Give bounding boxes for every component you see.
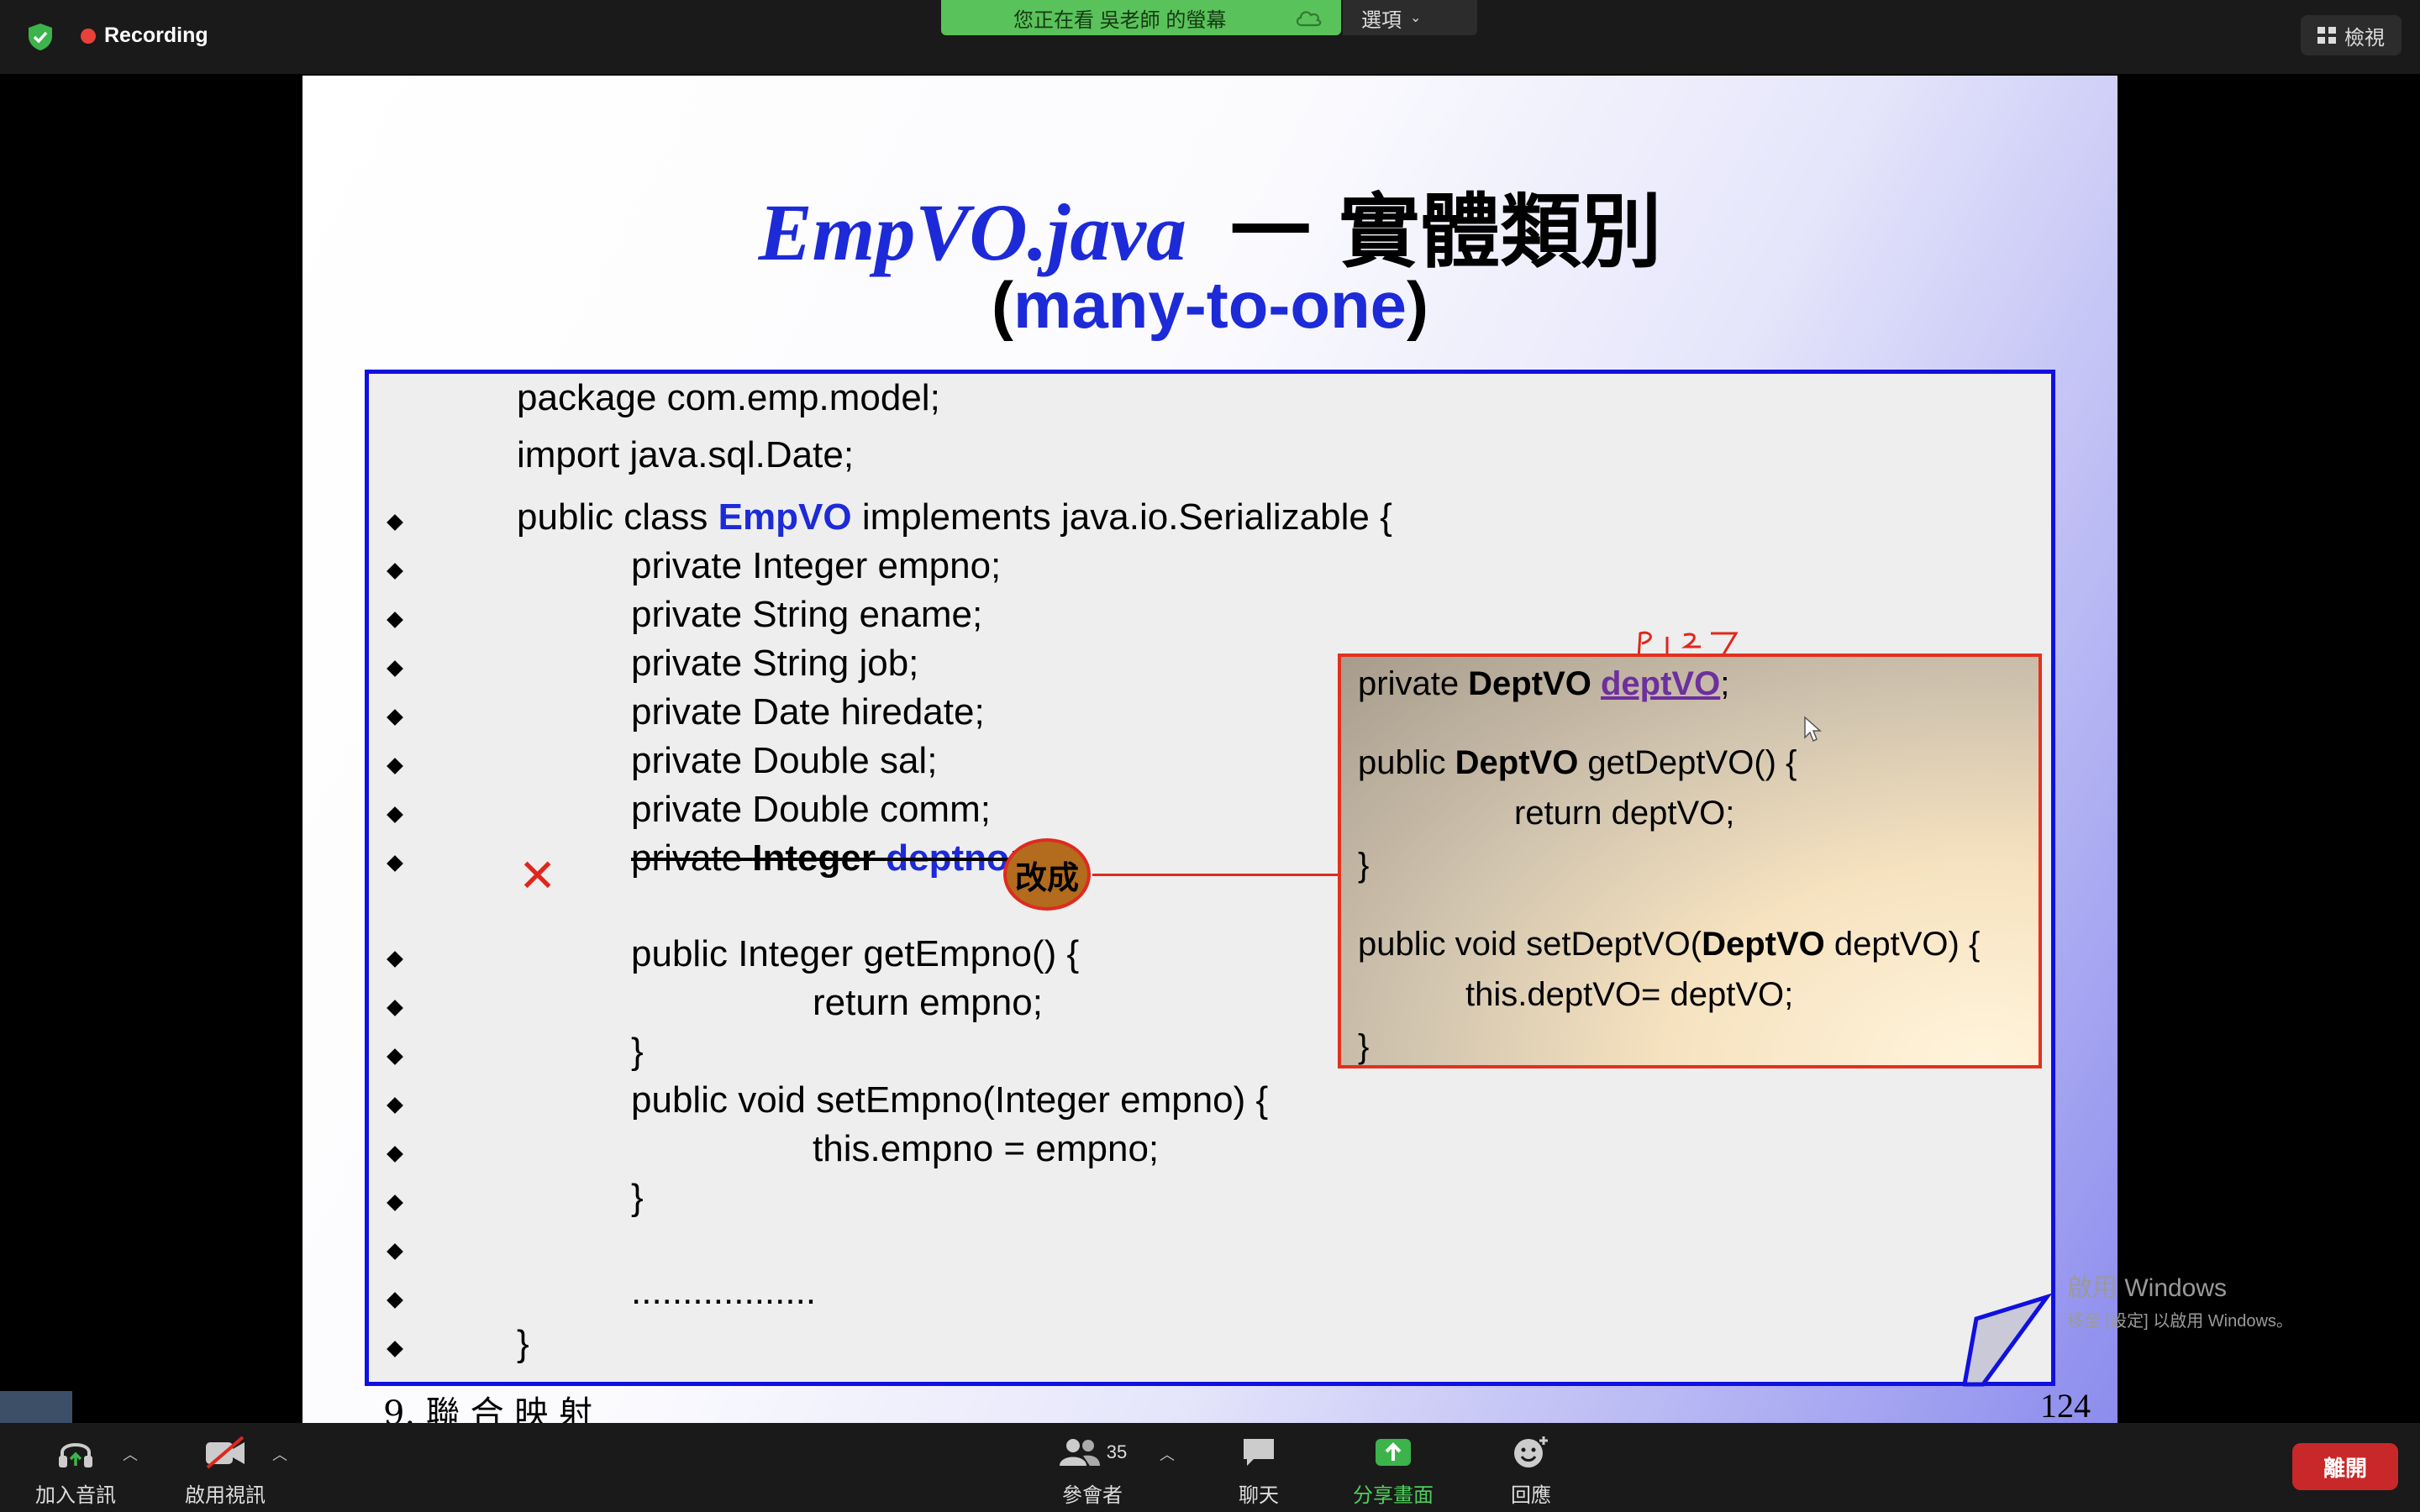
leave-button[interactable]: 離開	[2292, 1443, 2398, 1490]
code-line: public void setEmpno(Integer empno) {	[631, 1079, 1269, 1121]
code-line-deptno-struck: private Integer deptno;	[631, 837, 1019, 879]
video-off-icon	[206, 1436, 245, 1469]
reactions-button[interactable]: 回應	[1489, 1433, 1573, 1508]
bullet-icon	[387, 1194, 403, 1211]
share-screen-button[interactable]: 分享畫面	[1346, 1433, 1440, 1508]
screen-share-banner: 您正在看 吳老師 的螢幕	[941, 0, 1341, 35]
code-line-package: package com.emp.model;	[517, 377, 940, 418]
code-line: private Date hiredate;	[631, 691, 985, 732]
mouse-cursor-icon	[1804, 716, 1822, 743]
code-line: }	[631, 1177, 644, 1218]
bullet-icon	[387, 612, 403, 628]
participants-icon	[1059, 1439, 1100, 1466]
code-line: private String ename;	[631, 594, 983, 635]
popup-line-field: private DeptVO deptVO;	[1358, 665, 1730, 702]
popup-line: return deptVO;	[1514, 795, 1735, 832]
start-video-label: 啟用視訊	[185, 1484, 266, 1507]
participants-count: 35	[1106, 1441, 1128, 1462]
bullet-icon	[387, 660, 403, 677]
bullet-icon	[387, 563, 403, 580]
meeting-toolbar: 加入音訊 ︿ 啟用視訊 ︿ 35 參會者 ︿ 聊天 分享畫面 回應 離開	[0, 1423, 2420, 1512]
code-line: private Integer empno;	[631, 545, 1002, 586]
top-bar: Recording 您正在看 吳老師 的螢幕 選項 ⌄ 檢視	[0, 0, 2420, 74]
title-java: EmpVO.java	[758, 187, 1186, 277]
bullet-icon	[387, 1292, 403, 1309]
chat-icon	[1244, 1439, 1274, 1466]
security-shield-icon[interactable]	[25, 22, 55, 52]
code-line-import: import java.sql.Date;	[517, 434, 855, 475]
bullet-icon	[387, 855, 403, 872]
bullet-icon	[387, 1048, 403, 1065]
code-line: private String job;	[631, 643, 919, 684]
replacement-code-popup: private DeptVO deptVO; public DeptVO get…	[1338, 654, 2042, 1068]
recording-label: Recording	[104, 24, 208, 47]
video-options-caret-icon[interactable]: ︿	[272, 1443, 287, 1465]
popup-line-setter: public void setDeptVO(DeptVO deptVO) {	[1358, 926, 1981, 963]
class-name: EmpVO	[718, 496, 852, 538]
share-screen-icon	[1376, 1439, 1411, 1466]
headphones-icon	[59, 1443, 92, 1467]
bullet-icon	[387, 709, 403, 726]
chat-label: 聊天	[1239, 1484, 1279, 1507]
subtitle-paren-open: (	[992, 268, 1013, 342]
bullet-icon	[387, 1243, 403, 1260]
cross-mark-icon: ✕	[518, 851, 557, 901]
code-line-class: public class EmpVO implements java.io.Se…	[517, 496, 1392, 538]
share-banner-text: 您正在看 吳老師 的螢幕	[1013, 8, 1227, 32]
recording-dot-icon	[81, 28, 96, 44]
view-options-dropdown[interactable]: 選項 ⌄	[1343, 0, 1477, 35]
code-line: return empno;	[813, 982, 1043, 1023]
emoji-reaction-icon	[1514, 1436, 1548, 1467]
bullet-icon	[387, 1097, 403, 1114]
recording-indicator[interactable]: Recording	[81, 24, 208, 48]
chat-button[interactable]: 聊天	[1217, 1433, 1301, 1508]
shared-slide: EmpVO.java 一 實體類別 (many-to-one) package c…	[302, 76, 2118, 1423]
bullet-icon	[387, 758, 403, 774]
slide-footer-chapter: 9. 聯 合 映 射	[383, 1394, 593, 1423]
participants-caret-icon[interactable]: ︿	[1160, 1443, 1175, 1465]
code-line: }	[631, 1031, 644, 1072]
view-label: 檢視	[2344, 26, 2385, 50]
watermark-line2: 移至 [設定] 以啟用 Windows。	[2067, 1312, 2293, 1331]
code-line-ellipsis: ..................	[631, 1271, 817, 1312]
page-curl-decoration	[1963, 1294, 2053, 1387]
code-line: private Double comm;	[631, 789, 991, 830]
subtitle-text: many-to-one	[1013, 268, 1407, 342]
code-line: public Integer getEmpno() {	[631, 933, 1080, 974]
bullet-icon	[387, 1146, 403, 1163]
code-line: this.empno = empno;	[813, 1128, 1160, 1169]
code-line-close: }	[517, 1323, 529, 1364]
view-button[interactable]: 檢視	[2301, 15, 2402, 55]
grid-view-icon	[2317, 27, 2336, 44]
watermark-line1: 啟用 Windows	[2067, 1274, 2228, 1302]
share-screen-label: 分享畫面	[1353, 1484, 1434, 1507]
popup-line: }	[1358, 847, 1370, 884]
change-to-badge: 改成	[1003, 838, 1091, 911]
code-line: private Double sal;	[631, 740, 938, 781]
popup-line-getter: public DeptVO getDeptVO() {	[1358, 744, 1797, 781]
bullet-icon	[387, 806, 403, 823]
bullet-icon	[387, 1000, 403, 1016]
windows-activation-watermark: 啟用 Windows 移至 [設定] 以啟用 Windows。	[2067, 1267, 2293, 1331]
reactions-label: 回應	[1511, 1484, 1551, 1507]
slide-title: EmpVO.java 一 實體類別	[302, 166, 2118, 283]
start-video-button[interactable]: 啟用視訊	[183, 1433, 267, 1508]
popup-line: this.deptVO= deptVO;	[1465, 976, 1794, 1013]
cloud-icon	[1296, 11, 1322, 27]
popup-line: }	[1358, 1028, 1370, 1065]
bullet-icon	[387, 1341, 403, 1357]
chevron-down-icon: ⌄	[1410, 11, 1422, 25]
bullet-icon	[387, 514, 403, 531]
audio-options-caret-icon[interactable]: ︿	[123, 1443, 138, 1465]
participants-button[interactable]: 35 參會者	[1050, 1433, 1134, 1508]
join-audio-label: 加入音訊	[35, 1484, 116, 1507]
participants-label: 參會者	[1062, 1484, 1123, 1507]
subtitle-paren-close: )	[1407, 268, 1428, 342]
slide-subtitle: (many-to-one)	[302, 267, 2118, 344]
join-audio-button[interactable]: 加入音訊	[34, 1433, 118, 1508]
bullet-icon	[387, 951, 403, 968]
title-chinese: 一 實體類別	[1229, 185, 1662, 279]
slide-page-number: 124	[2040, 1387, 2091, 1423]
options-label: 選項	[1361, 8, 1402, 32]
